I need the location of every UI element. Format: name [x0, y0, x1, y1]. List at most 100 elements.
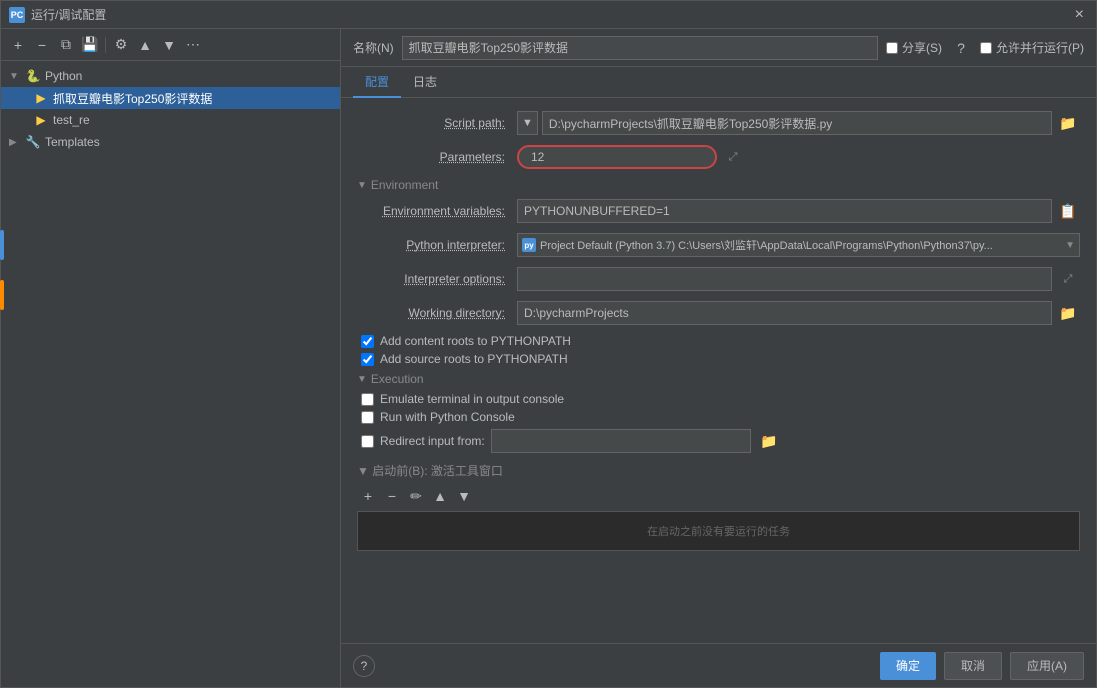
- redirect-input[interactable]: [491, 429, 751, 453]
- share-checkbox[interactable]: [886, 42, 898, 54]
- tree-item-main-label: 抓取豆瓣电影Top250影评数据: [53, 90, 212, 107]
- emulate-terminal-checkbox[interactable]: [361, 393, 374, 406]
- dialog-title: 运行/调试配置: [31, 6, 1071, 23]
- environment-section-title: Environment: [371, 178, 438, 192]
- main-content: + − ⧉ 💾 ⚙ ▲ ▼ ⋯ ▼ 🐍 Python ▶: [1, 29, 1096, 687]
- working-dir-input[interactable]: [517, 301, 1052, 325]
- run-with-python-checkbox[interactable]: [361, 411, 374, 424]
- before-launch-section: ▼ 启动前(B): 激活工具窗口 + − ✏ ▲ ▼ 在启动之前没有要运行的任务: [357, 462, 1080, 551]
- interpreter-options-input[interactable]: [517, 267, 1052, 291]
- interpreter-select[interactable]: py Project Default (Python 3.7) C:\Users…: [517, 233, 1080, 257]
- interpreter-label: Python interpreter:: [357, 238, 517, 252]
- help-button[interactable]: ?: [353, 655, 375, 677]
- config-tree: ▼ 🐍 Python ▶ 抓取豆瓣电影Top250影评数据 ▶ test_re …: [1, 61, 340, 687]
- script-path-input[interactable]: [542, 111, 1052, 135]
- python-group-icon: 🐍: [25, 68, 41, 84]
- tab-config[interactable]: 配置: [353, 67, 401, 98]
- env-vars-label: Environment variables:: [357, 204, 517, 218]
- interpreter-row: Python interpreter: py Project Default (…: [357, 232, 1080, 258]
- before-launch-add-button[interactable]: +: [357, 485, 379, 507]
- redirect-row: Redirect input from: 📁: [357, 428, 1080, 454]
- apply-button[interactable]: 应用(A): [1010, 652, 1084, 680]
- parameters-label: Parameters:: [357, 150, 517, 164]
- save-config-button[interactable]: 💾: [79, 34, 101, 56]
- title-bar: PC 运行/调试配置 ×: [1, 1, 1096, 29]
- before-launch-down-button[interactable]: ▼: [453, 485, 475, 507]
- before-launch-empty-area: 在启动之前没有要运行的任务: [357, 511, 1080, 551]
- top-right-controls: 分享(S) ? 允许并行运行(P): [886, 37, 1084, 59]
- tree-item-main-script[interactable]: ▶ 抓取豆瓣电影Top250影评数据: [1, 87, 340, 109]
- execution-section-header: ▼ Execution: [357, 372, 1080, 386]
- tree-item-test-label: test_re: [53, 113, 90, 127]
- before-launch-edit-button[interactable]: ✏: [405, 485, 427, 507]
- parameters-field: ⤢: [517, 145, 1080, 169]
- redirect-folder-button[interactable]: 📁: [757, 429, 781, 453]
- tree-item-test-re[interactable]: ▶ test_re: [1, 109, 340, 131]
- env-vars-input[interactable]: [517, 199, 1052, 223]
- env-vars-field: 📋: [517, 199, 1080, 223]
- before-launch-remove-button[interactable]: −: [381, 485, 403, 507]
- down-button[interactable]: ▼: [158, 34, 180, 56]
- expand-python-icon: ▼: [9, 71, 25, 82]
- right-panel: 名称(N) 分享(S) ? 允许并行运行(P) 配置 日志: [341, 29, 1096, 687]
- working-dir-folder-button[interactable]: 📁: [1056, 301, 1080, 325]
- working-dir-label: Working directory:: [357, 306, 517, 320]
- help-icon-top[interactable]: ?: [950, 37, 972, 59]
- bottom-bar: ? 确定 取消 应用(A): [341, 643, 1096, 687]
- close-button[interactable]: ×: [1071, 6, 1088, 24]
- script-path-folder-button[interactable]: 📁: [1056, 111, 1080, 135]
- interpreter-text: Project Default (Python 3.7) C:\Users\刘监…: [540, 237, 1061, 253]
- interpreter-field: py Project Default (Python 3.7) C:\Users…: [517, 233, 1080, 257]
- environment-section-header: ▼ Environment: [357, 178, 1080, 192]
- left-toolbar: + − ⧉ 💾 ⚙ ▲ ▼ ⋯: [1, 29, 340, 61]
- run-with-python-label: Run with Python Console: [380, 410, 515, 424]
- add-config-button[interactable]: +: [7, 34, 29, 56]
- add-content-roots-checkbox[interactable]: [361, 335, 374, 348]
- before-launch-empty-label: 在启动之前没有要运行的任务: [647, 523, 790, 539]
- script-path-field: ▼ 📁: [517, 111, 1080, 135]
- script-path-dropdown[interactable]: ▼: [517, 111, 538, 135]
- run-with-python-row: Run with Python Console: [357, 410, 1080, 424]
- working-dir-field: 📁: [517, 301, 1080, 325]
- before-launch-toolbar: + − ✏ ▲ ▼: [357, 485, 1080, 507]
- execution-expand-icon[interactable]: ▼: [357, 374, 367, 385]
- app-icon: PC: [9, 7, 25, 23]
- copy-config-button[interactable]: ⧉: [55, 34, 77, 56]
- cancel-button[interactable]: 取消: [944, 652, 1002, 680]
- parallel-label: 允许并行运行(P): [996, 39, 1084, 56]
- parameters-expand-button[interactable]: ⤢: [721, 145, 745, 169]
- tree-item-templates[interactable]: ▶ 🔧 Templates: [1, 131, 340, 153]
- interpreter-options-expand[interactable]: ⤢: [1056, 267, 1080, 291]
- py-icon: py: [522, 238, 536, 252]
- execution-section-title: Execution: [371, 372, 424, 386]
- env-vars-edit-button[interactable]: 📋: [1056, 199, 1080, 223]
- toolbar-separator: [105, 37, 106, 53]
- templates-label: Templates: [45, 135, 100, 149]
- tree-group-python[interactable]: ▼ 🐍 Python: [1, 65, 340, 87]
- add-content-roots-label: Add content roots to PYTHONPATH: [380, 334, 571, 348]
- remove-config-button[interactable]: −: [31, 34, 53, 56]
- parameters-input[interactable]: [517, 145, 717, 169]
- parallel-checkbox[interactable]: [980, 42, 992, 54]
- ok-button[interactable]: 确定: [880, 652, 936, 680]
- environment-expand-icon[interactable]: ▼: [357, 180, 367, 191]
- tab-log[interactable]: 日志: [401, 67, 449, 98]
- interpreter-options-row: Interpreter options: ⤢: [357, 266, 1080, 292]
- script-path-label: Script path:: [357, 116, 517, 130]
- name-input[interactable]: [402, 36, 878, 60]
- more-button[interactable]: ⋯: [182, 34, 204, 56]
- before-launch-up-button[interactable]: ▲: [429, 485, 451, 507]
- side-indicators: [1, 230, 6, 310]
- emulate-terminal-label: Emulate terminal in output console: [380, 392, 564, 406]
- settings-button[interactable]: ⚙: [110, 34, 132, 56]
- side-indicator-orange: [1, 280, 4, 310]
- redirect-checkbox[interactable]: [361, 435, 374, 448]
- up-button[interactable]: ▲: [134, 34, 156, 56]
- interpreter-options-label: Interpreter options:: [357, 272, 517, 286]
- expand-templates-icon: ▶: [9, 137, 25, 148]
- share-row: 分享(S): [886, 39, 942, 56]
- add-source-roots-checkbox[interactable]: [361, 353, 374, 366]
- parameters-row: Parameters: ⤢: [357, 144, 1080, 170]
- templates-icon: 🔧: [25, 134, 41, 150]
- emulate-terminal-row: Emulate terminal in output console: [357, 392, 1080, 406]
